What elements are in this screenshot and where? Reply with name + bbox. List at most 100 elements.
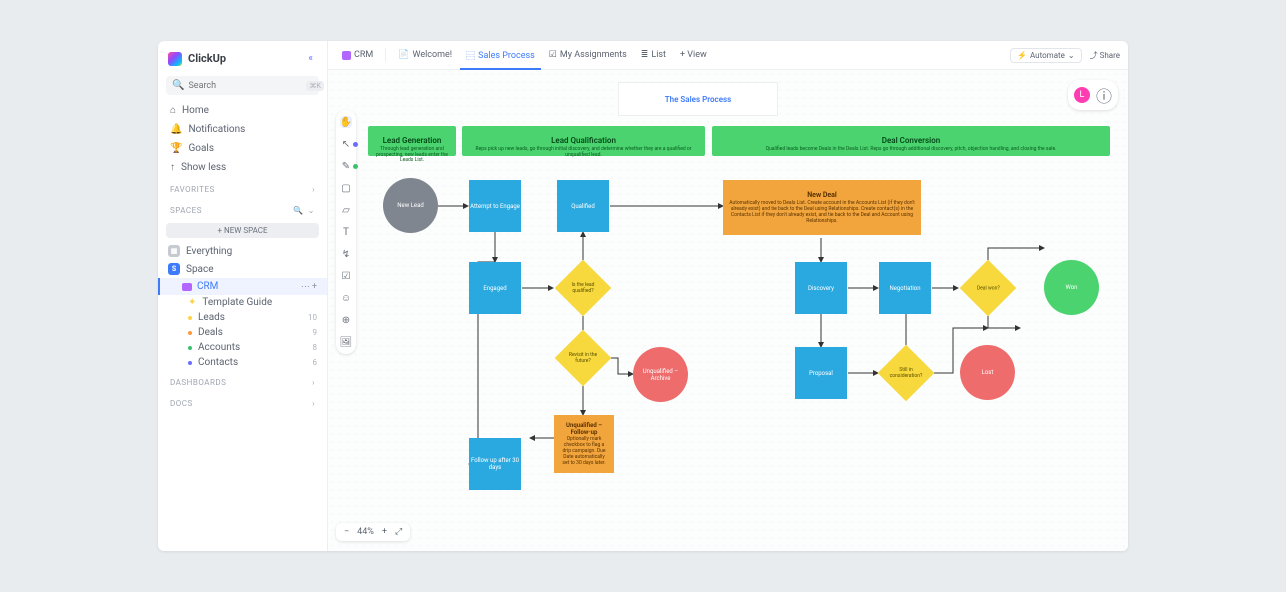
tab-bar: CRM 📄Welcome! ⿳Sales Process ☑My Assignm… [328, 41, 1128, 70]
edge-layer [328, 70, 1128, 551]
task-tool-icon[interactable]: ☑ [340, 270, 352, 282]
zoom-out-button[interactable]: − [344, 527, 349, 537]
node-label: Deal won? [975, 285, 1002, 291]
home-icon: ⌂ [170, 105, 176, 116]
zoom-in-button[interactable]: + [382, 527, 387, 537]
chevron-down-icon[interactable]: ⌄ [308, 206, 315, 215]
count-badge: 9 [313, 328, 318, 337]
fit-screen-button[interactable]: ⤢ [395, 527, 402, 537]
new-space-button[interactable]: + NEW SPACE [166, 223, 319, 238]
tab-sales-process[interactable]: ⿳Sales Process [460, 45, 541, 70]
web-tool-icon[interactable]: ⊕ [340, 314, 352, 326]
chevron-right-icon: › [312, 185, 315, 194]
sparkle-icon: ✦ [188, 297, 196, 308]
node-qualified[interactable]: Qualified [557, 180, 609, 232]
bolt-icon: ⚡ [1017, 51, 1027, 60]
tab-label: List [651, 50, 666, 60]
list-item-label: Contacts [198, 357, 238, 368]
sidebar-item-crm[interactable]: CRM ⋯ + [158, 278, 327, 295]
breadcrumb-crm[interactable]: CRM [336, 46, 379, 64]
tab-welcome[interactable]: 📄Welcome! [392, 46, 458, 64]
nav-showless[interactable]: ↑Show less [158, 158, 327, 177]
node-discovery[interactable]: Discovery [795, 262, 847, 314]
automate-button[interactable]: ⚡Automate⌄ [1010, 48, 1082, 63]
plus-icon[interactable]: + [312, 282, 317, 292]
nav-notifications[interactable]: 🔔Notifications [158, 120, 327, 139]
space-badge-icon: S [168, 263, 180, 275]
folder-icon [182, 283, 192, 291]
assignment-icon: ☑ [549, 50, 557, 60]
people-tool-icon[interactable]: ☺ [340, 292, 352, 304]
whiteboard-canvas[interactable]: L ⓘ The Sales Process Lead GenerationThr… [328, 70, 1128, 551]
zoom-value[interactable]: 44% [357, 527, 374, 537]
list-item-label: Leads [198, 312, 225, 323]
space-space[interactable]: S Space [158, 260, 327, 278]
node-label: Revisit in the future? [563, 352, 603, 364]
list-item[interactable]: Contacts6 [158, 355, 327, 370]
text-tool-icon[interactable]: T [340, 226, 352, 238]
node-label: Negotiation [889, 285, 920, 292]
nav-home-label: Home [182, 105, 209, 116]
node-label: Follow up after 30 days [469, 457, 521, 471]
nav-showless-label: Show less [181, 162, 226, 173]
node-unqualified-followup[interactable]: Unqualified – Follow-upOptionally mark c… [554, 415, 614, 473]
list-item[interactable]: Leads10 [158, 310, 327, 325]
node-label: Discovery [808, 285, 834, 292]
status-dot-icon [188, 361, 192, 365]
sticky-tool-icon[interactable]: ▱ [340, 204, 352, 216]
image-tool-icon[interactable]: 🖼 [340, 336, 352, 348]
more-icon[interactable]: ⋯ [301, 282, 310, 292]
cursor-tool-icon[interactable]: ↖ [340, 138, 352, 150]
shape-tool-icon[interactable]: ▢ [340, 182, 352, 194]
list-template-guide[interactable]: ✦ Template Guide [158, 295, 327, 310]
automate-label: Automate [1030, 51, 1065, 60]
tab-my-assignments[interactable]: ☑My Assignments [543, 46, 633, 64]
node-new-deal[interactable]: New DealAutomatically moved to Deals Lis… [723, 180, 921, 235]
node-followup-30[interactable]: Follow up after 30 days [469, 438, 521, 490]
grid-icon: ▦ [168, 245, 180, 257]
main-area: CRM 📄Welcome! ⿳Sales Process ☑My Assignm… [328, 41, 1128, 551]
doc-icon: 📄 [398, 50, 409, 60]
node-proposal[interactable]: Proposal [795, 347, 847, 399]
add-view-button[interactable]: + View [674, 46, 713, 64]
search-spaces-icon[interactable]: 🔍 [293, 206, 303, 215]
section-spaces[interactable]: SPACES 🔍 ⌄ [158, 198, 327, 219]
node-label: Qualified [571, 203, 595, 210]
tab-list[interactable]: ≣List [635, 46, 672, 64]
hand-tool-icon[interactable]: ✋ [340, 116, 352, 128]
node-unqualified-archive[interactable]: Unqualified – Archive [633, 347, 688, 402]
space-everything[interactable]: ▦ Everything [158, 242, 327, 260]
node-label: Lost [982, 369, 994, 376]
node-lost[interactable]: Lost [960, 345, 1015, 400]
list-item[interactable]: Deals9 [158, 325, 327, 340]
node-new-lead[interactable]: New Lead [383, 178, 438, 233]
node-won[interactable]: Won [1044, 260, 1099, 315]
section-dashboards[interactable]: DASHBOARDS› [158, 370, 327, 391]
node-label: Unqualified – Archive [633, 368, 688, 382]
node-negotiation[interactable]: Negotiation [879, 262, 931, 314]
pen-tool-icon[interactable]: ✎ [340, 160, 352, 172]
section-docs[interactable]: DOCS› [158, 391, 327, 412]
app-window: ClickUp « 🔍 ⌘K ⌂ Home 🔔Notifications 🏆Goa… [158, 41, 1128, 551]
search-bar[interactable]: 🔍 ⌘K [166, 76, 319, 95]
connector-tool-icon[interactable]: ↯ [340, 248, 352, 260]
section-favorites[interactable]: FAVORITES› [158, 177, 327, 198]
list-item[interactable]: Accounts8 [158, 340, 327, 355]
share-icon: ⤴ [1090, 50, 1098, 61]
node-label: Is the lead qualified? [563, 282, 603, 294]
collapse-sidebar-button[interactable]: « [304, 49, 317, 68]
logo-row: ClickUp « [158, 41, 327, 76]
add-view-label: + View [680, 50, 707, 60]
share-button[interactable]: ⤴Share [1090, 50, 1120, 61]
nav-home[interactable]: ⌂ Home [158, 101, 327, 120]
search-input[interactable] [188, 81, 302, 91]
node-attempt-engage[interactable]: Attempt to Engage [469, 180, 521, 232]
space-space-label: Space [186, 264, 214, 275]
node-engaged[interactable]: Engaged [469, 262, 521, 314]
list-item-label: Accounts [198, 342, 240, 353]
search-icon: 🔍 [172, 80, 184, 91]
nav-goals[interactable]: 🏆Goals [158, 139, 327, 158]
tab-label: My Assignments [560, 50, 627, 60]
status-dot-icon [188, 316, 192, 320]
chevron-right-icon: › [312, 378, 315, 387]
